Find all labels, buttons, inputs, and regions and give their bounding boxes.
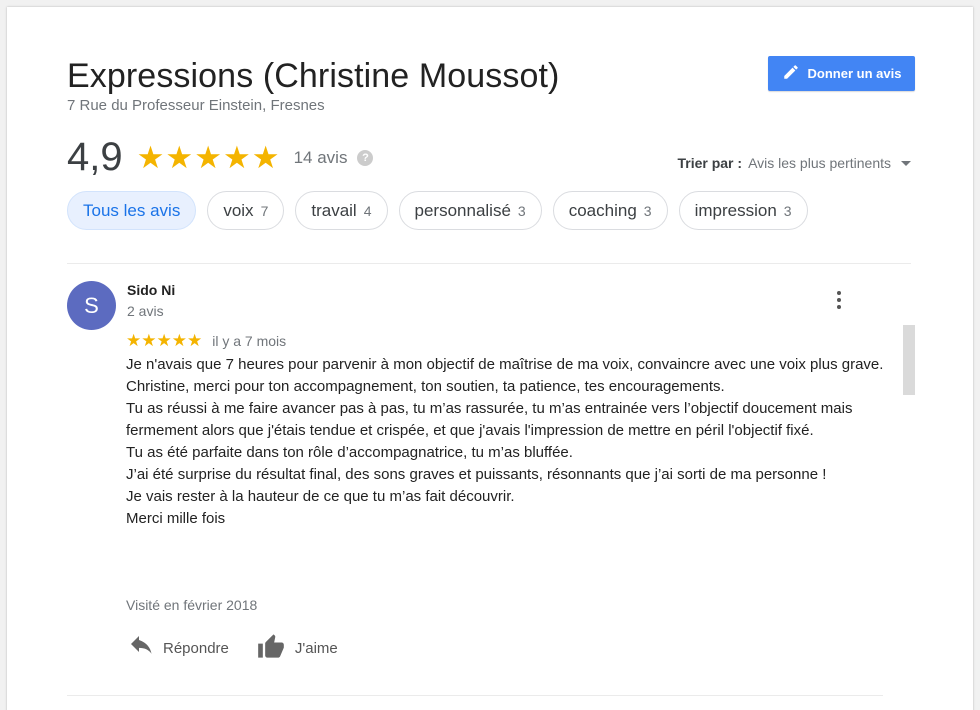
place-title: Expressions (Christine Moussot) xyxy=(67,57,560,95)
review-line: Je n'avais que 7 heures pour parvenir à … xyxy=(126,356,884,373)
chip-label: Tous les avis xyxy=(83,200,181,220)
more-options-icon[interactable] xyxy=(829,289,849,311)
chip-label: travail xyxy=(311,200,357,220)
sort-label: Trier par : xyxy=(677,155,743,171)
review-actions: Répondre J'aime xyxy=(129,633,338,663)
reply-button[interactable]: Répondre xyxy=(129,636,229,660)
chip-coaching[interactable]: coaching 3 xyxy=(552,191,668,230)
star-icon: ★ xyxy=(171,331,187,350)
chip-count: 3 xyxy=(783,202,792,219)
sort-dropdown[interactable]: Trier par : Avis les plus pertinents xyxy=(677,155,911,171)
rating-summary: 4,9 ★ ★ ★ ★ ★ 14 avis ? xyxy=(67,135,374,180)
review-stars: ★ ★ ★ ★ ★ xyxy=(126,332,202,349)
chip-impression[interactable]: impression 3 xyxy=(678,191,808,230)
reply-icon xyxy=(129,636,153,660)
visit-date: Visité en février 2018 xyxy=(126,597,258,613)
review-line: Christine, merci pour ton accompagnement… xyxy=(126,378,725,395)
chip-all-reviews[interactable]: Tous les avis xyxy=(67,191,197,230)
chip-count: 7 xyxy=(260,202,269,219)
review-line: J’ai été surprise du résultat final, des… xyxy=(126,466,827,483)
like-label: J'aime xyxy=(294,639,338,657)
write-review-button[interactable]: Donner un avis xyxy=(768,56,915,91)
caret-down-icon xyxy=(901,160,911,166)
rating-value: 4,9 xyxy=(67,135,123,179)
divider xyxy=(67,695,883,696)
star-icon: ★ xyxy=(141,331,157,350)
chip-label: impression xyxy=(694,200,777,220)
divider xyxy=(67,263,911,264)
star-icon: ★ xyxy=(194,140,222,175)
review-count: 14 avis xyxy=(293,147,348,167)
chip-count: 3 xyxy=(643,202,652,219)
place-address: 7 Rue du Professeur Einstein, Fresnes xyxy=(67,97,325,114)
rating-stars: ★ ★ ★ ★ ★ xyxy=(137,142,280,173)
topic-chips: Tous les avis voix 7 travail 4 personnal… xyxy=(67,191,808,230)
reviews-panel: Expressions (Christine Moussot) 7 Rue du… xyxy=(7,7,973,710)
review-rating: ★ ★ ★ ★ ★ il y a 7 mois xyxy=(126,332,286,349)
chip-voix[interactable]: voix 7 xyxy=(207,191,285,230)
reviewer-review-count: 2 avis xyxy=(127,303,164,319)
avatar[interactable]: S xyxy=(67,281,116,330)
star-icon: ★ xyxy=(165,140,194,175)
review-line: Merci mille fois xyxy=(126,510,226,527)
pencil-icon xyxy=(782,63,800,84)
star-icon: ★ xyxy=(136,140,165,175)
review-line: Tu as réussi à me faire avancer pas à pa… xyxy=(126,400,853,439)
chip-travail[interactable]: travail 4 xyxy=(295,191,388,230)
reply-label: Répondre xyxy=(163,639,229,657)
chip-label: voix xyxy=(223,200,254,220)
review-line: Je vais rester à la hauteur de ce que tu… xyxy=(126,488,515,505)
chip-label: personnalisé xyxy=(414,200,511,220)
star-icon: ★ xyxy=(156,331,172,350)
review-line: Tu as été parfaite dans ton rôle d’accom… xyxy=(126,444,573,461)
chip-label: coaching xyxy=(568,200,637,220)
review-age: il y a 7 mois xyxy=(212,332,287,349)
sort-value: Avis les plus pertinents xyxy=(748,155,891,171)
star-icon: ★ xyxy=(187,331,203,350)
chip-count: 4 xyxy=(363,202,372,219)
star-icon: ★ xyxy=(223,140,251,175)
scrollbar[interactable] xyxy=(903,325,915,395)
chip-personnalise[interactable]: personnalisé 3 xyxy=(398,191,542,230)
like-button[interactable]: J'aime xyxy=(257,633,338,663)
thumbs-up-icon xyxy=(257,633,285,663)
reviewer-name[interactable]: Sido Ni xyxy=(127,282,175,298)
star-icon: ★ xyxy=(251,140,280,175)
help-icon[interactable]: ? xyxy=(357,149,374,166)
chip-count: 3 xyxy=(517,202,526,219)
write-review-label: Donner un avis xyxy=(807,66,902,81)
review-text: Je n'avais que 7 heures pour parvenir à … xyxy=(126,354,886,530)
star-icon: ★ xyxy=(126,331,142,350)
